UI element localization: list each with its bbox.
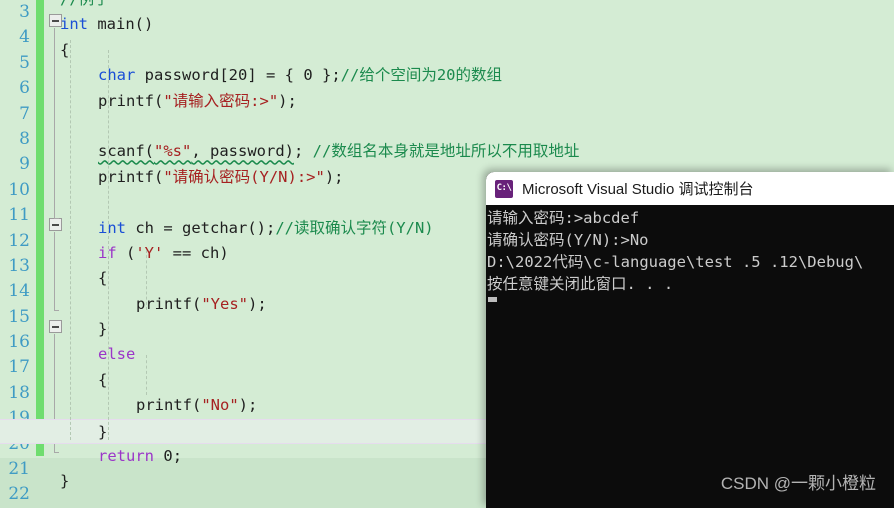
- code-token: {: [98, 269, 108, 288]
- code-token: //给个空间为20的数组: [340, 66, 502, 85]
- code-token: "请确认密码(Y/N):>": [163, 167, 325, 186]
- code-token: }: [60, 472, 70, 491]
- code-token: char: [98, 66, 136, 85]
- code-token: "请输入密码:>": [163, 91, 279, 110]
- code-token: ;: [293, 142, 313, 161]
- console-line: 按任意键关闭此窗口. . .: [487, 275, 674, 293]
- code-token: ] = {: [247, 66, 304, 85]
- console-title-label: Microsoft Visual Studio 调试控制台: [522, 181, 754, 198]
- code-token: ;: [172, 447, 183, 466]
- debug-console-window[interactable]: C:\ Microsoft Visual Studio 调试控制台 请输入密码:…: [486, 172, 894, 508]
- code-token: //例子: [60, 0, 110, 8]
- code-token: 0: [163, 447, 173, 466]
- code-token: }: [98, 422, 108, 441]
- code-token: == ch): [163, 243, 229, 262]
- code-token: ch = getchar();: [126, 218, 276, 237]
- code-token: );: [248, 294, 267, 313]
- code-token: 0: [303, 66, 313, 85]
- console-app-icon: C:\: [495, 179, 513, 198]
- code-token: , password): [191, 142, 294, 161]
- console-title-bar[interactable]: C:\ Microsoft Visual Studio 调试控制台: [486, 172, 894, 205]
- code-token: );: [324, 167, 344, 186]
- code-token: };: [312, 66, 341, 85]
- code-line[interactable]: scanf("%s", password); //数组名本身就是地址所以不用取地…: [0, 139, 894, 164]
- code-token: 'Y': [135, 243, 164, 262]
- console-output[interactable]: 请输入密码:>abcdef 请确认密码(Y/N):>No D:\2022代码\c-l…: [486, 205, 894, 508]
- watermark-label: CSDN @一颗小橙粒: [720, 474, 876, 493]
- code-line[interactable]: [0, 114, 894, 139]
- code-token: else: [98, 345, 136, 364]
- indent-guide: [108, 50, 109, 440]
- code-line[interactable]: char password[20] = { 0 };//给个空间为20的数组: [0, 63, 894, 88]
- code-token: }: [98, 320, 108, 339]
- console-line: D:\2022代码\c-language\test .5 .12\Debug\: [487, 253, 864, 271]
- code-token: printf(: [136, 396, 202, 415]
- code-token: );: [278, 91, 297, 110]
- code-token: password[: [135, 66, 229, 85]
- console-line: 请输入密码:>abcdef: [487, 209, 640, 227]
- code-token: "No": [201, 396, 239, 415]
- console-cursor: [488, 297, 497, 302]
- code-token: //数组名本身就是地址所以不用取地址: [312, 142, 580, 161]
- code-token: {: [60, 40, 70, 59]
- code-token: "%s": [154, 142, 192, 161]
- code-line[interactable]: printf("请输入密码:>");: [0, 89, 894, 114]
- indent-guide: [146, 355, 147, 395]
- code-line[interactable]: //例子: [0, 0, 894, 12]
- code-token: );: [238, 396, 258, 415]
- console-icon-glyph: C:\: [496, 183, 512, 193]
- indent-guide: [70, 40, 71, 440]
- console-line: 请确认密码(Y/N):>No: [487, 231, 649, 249]
- code-token: 20: [228, 66, 248, 85]
- code-token: main(): [88, 15, 154, 34]
- code-token: (: [116, 243, 136, 262]
- code-token: "Yes": [201, 294, 248, 313]
- code-token: int: [60, 15, 88, 34]
- code-token: //读取确认字符(Y/N): [275, 218, 434, 237]
- code-token: int: [98, 218, 126, 237]
- indent-guide: [146, 250, 147, 310]
- code-line[interactable]: {: [0, 38, 894, 63]
- code-token: return: [98, 447, 154, 466]
- code-token: {: [98, 370, 108, 389]
- code-token: scanf(: [98, 142, 154, 161]
- visual-studio-editor: 345678910111213141516171819202122 //例子in…: [0, 0, 894, 508]
- code-line[interactable]: int main(): [0, 12, 894, 37]
